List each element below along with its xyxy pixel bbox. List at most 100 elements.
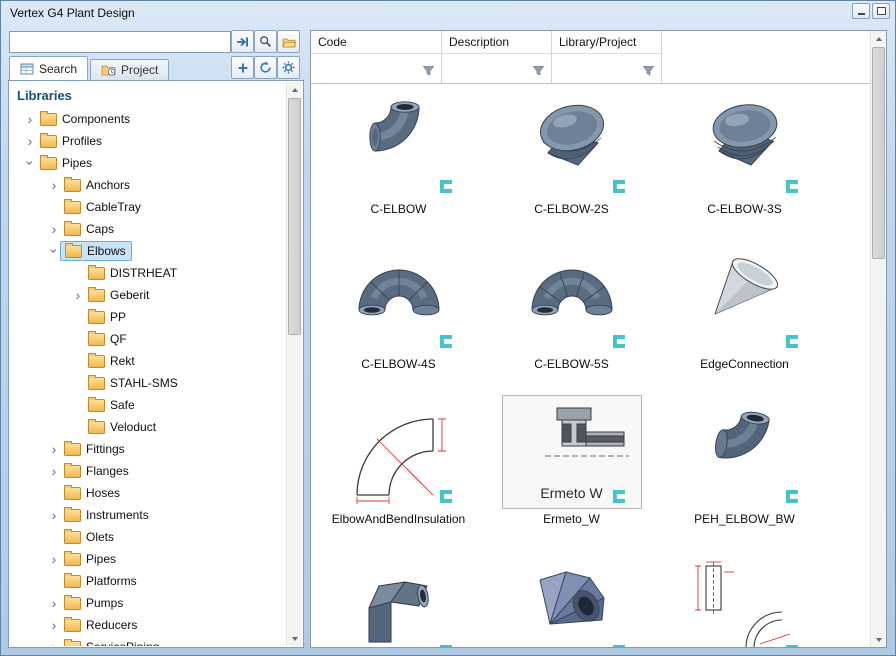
chevron-right-icon[interactable] — [70, 287, 86, 303]
column-header-description[interactable]: Description — [442, 31, 552, 83]
grid-item-c-elbow-3s[interactable]: C-ELBOW-3S — [658, 83, 831, 238]
tree-item-hoses[interactable]: Hoses — [10, 482, 287, 504]
tree-item-fittings[interactable]: Fittings — [10, 438, 287, 460]
tree-item-geberit[interactable]: Geberit — [10, 284, 287, 306]
folder-icon — [88, 267, 105, 280]
scroll-up-button[interactable] — [871, 31, 886, 46]
tree-item-flanges[interactable]: Flanges — [10, 460, 287, 482]
grid-item-elbow-drawing-2[interactable] — [658, 548, 831, 647]
elbow-3d-icon — [349, 248, 449, 336]
column-header-code[interactable]: Code — [311, 31, 442, 83]
folder-icon — [64, 465, 81, 478]
tree-item-pipes-sub[interactable]: Pipes — [10, 548, 287, 570]
tree-item-pp[interactable]: PP — [10, 306, 287, 328]
tree-scrollpane: Libraries Components Profiles Pipes Anch… — [10, 82, 287, 646]
library-search-input[interactable] — [9, 31, 231, 53]
tree-item-servicepiping[interactable]: ServicePiping — [10, 636, 287, 646]
grid-item-ermeto-w[interactable]: Ermeto W Ermeto_W — [485, 393, 658, 548]
folder-icon — [64, 223, 81, 236]
tree-selection[interactable]: Elbows — [60, 241, 132, 261]
refresh-button[interactable] — [254, 56, 277, 79]
chevron-right-icon[interactable] — [46, 639, 62, 646]
grid-item-c-elbow[interactable]: C-ELBOW — [312, 83, 485, 238]
title-bar[interactable]: Vertex G4 Plant Design — [0, 0, 896, 28]
grid-item-mitred-elbow[interactable] — [312, 548, 485, 647]
filter-funnel-icon[interactable] — [641, 63, 656, 78]
tab-project[interactable]: Project — [90, 59, 169, 80]
tree-item-cabletray[interactable]: CableTray — [10, 196, 287, 218]
grid-item-c-elbow-4s[interactable]: C-ELBOW-4S — [312, 238, 485, 393]
grid-scrollbar[interactable] — [870, 31, 886, 647]
chevron-right-icon[interactable] — [22, 111, 38, 127]
folder-icon — [64, 509, 81, 522]
grid-item-segmented-elbow[interactable] — [485, 548, 658, 647]
chevron-right-icon[interactable] — [46, 595, 62, 611]
chevron-right-icon[interactable] — [46, 463, 62, 479]
folder-icon — [40, 113, 57, 126]
tree-item-pumps[interactable]: Pumps — [10, 592, 287, 614]
folder-icon — [88, 355, 105, 368]
restore-button[interactable] — [872, 3, 890, 19]
scroll-down-button[interactable] — [871, 632, 886, 647]
component-grid: C-ELBOW C-ELBOW-2S — [312, 83, 870, 647]
tree-item-components[interactable]: Components — [10, 108, 287, 130]
grid-item-label: EdgeConnection — [660, 357, 829, 371]
tree-item-profiles[interactable]: Profiles — [10, 130, 287, 152]
chevron-right-icon[interactable] — [46, 221, 62, 237]
open-folder-icon — [282, 36, 296, 48]
restore-icon — [877, 7, 886, 15]
grid-item-edgeconnection[interactable]: EdgeConnection — [658, 238, 831, 393]
scrollbar-thumb[interactable] — [288, 98, 301, 335]
library-button[interactable] — [277, 30, 300, 53]
tree-item-veloduct[interactable]: Veloduct — [10, 416, 287, 438]
chevron-down-icon[interactable] — [22, 155, 38, 171]
column-header-library-project[interactable]: Library/Project — [552, 31, 662, 83]
app-window: Vertex G4 Plant Design — [0, 0, 896, 656]
tree-item-instruments[interactable]: Instruments — [10, 504, 287, 526]
arrow-up-icon — [876, 37, 882, 41]
scroll-down-button[interactable] — [287, 631, 302, 646]
filter-funnel-icon[interactable] — [421, 63, 436, 78]
scrollbar-thumb[interactable] — [872, 47, 885, 259]
tree-item-olets[interactable]: Olets — [10, 526, 287, 548]
elbow-3d-icon — [522, 93, 622, 186]
chevron-right-icon[interactable] — [46, 441, 62, 457]
grid-item-peh-elbow-bw[interactable]: PEH_ELBOW_BW — [658, 393, 831, 548]
grid-item-elbowandbendinsulation[interactable]: ElbowAndBendInsulation — [312, 393, 485, 548]
tree-item-reducers[interactable]: Reducers — [10, 614, 287, 636]
tree-item-anchors[interactable]: Anchors — [10, 174, 287, 196]
arrow-right-icon — [236, 36, 249, 48]
folder-icon — [64, 531, 81, 544]
arrow-down-icon — [292, 637, 298, 641]
chevron-right-icon[interactable] — [46, 551, 62, 567]
segmented-elbow-3d-icon — [522, 558, 622, 647]
tree-item-stahl-sms[interactable]: STAHL-SMS — [10, 372, 287, 394]
scroll-up-button[interactable] — [287, 82, 302, 97]
tree-item-platforms[interactable]: Platforms — [10, 570, 287, 592]
chevron-right-icon[interactable] — [46, 617, 62, 633]
go-button[interactable] — [231, 30, 254, 53]
library-tree: Libraries Components Profiles Pipes Anch… — [8, 80, 304, 648]
tab-search[interactable]: Search — [9, 56, 88, 80]
settings-button[interactable] — [277, 56, 300, 79]
add-button[interactable] — [231, 56, 254, 79]
folder-icon — [64, 179, 81, 192]
minimize-button[interactable] — [852, 3, 870, 19]
tree-item-safe[interactable]: Safe — [10, 394, 287, 416]
tree-scrollbar[interactable] — [286, 82, 302, 646]
grid-item-c-elbow-5s[interactable]: C-ELBOW-5S — [485, 238, 658, 393]
grid-item-c-elbow-2s[interactable]: C-ELBOW-2S — [485, 83, 658, 238]
tree-item-distrheat[interactable]: DISTRHEAT — [10, 262, 287, 284]
search-button[interactable] — [254, 30, 277, 53]
tree-item-qf[interactable]: QF — [10, 328, 287, 350]
grid-item-label: C-ELBOW-3S — [660, 202, 829, 216]
tree-item-elbows[interactable]: Elbows — [10, 240, 287, 262]
tree-item-pipes[interactable]: Pipes — [10, 152, 287, 174]
chevron-right-icon[interactable] — [46, 177, 62, 193]
folder-icon — [88, 311, 105, 324]
chevron-right-icon[interactable] — [22, 133, 38, 149]
tree-item-caps[interactable]: Caps — [10, 218, 287, 240]
filter-funnel-icon[interactable] — [531, 63, 546, 78]
tree-item-rekt[interactable]: Rekt — [10, 350, 287, 372]
chevron-right-icon[interactable] — [46, 507, 62, 523]
